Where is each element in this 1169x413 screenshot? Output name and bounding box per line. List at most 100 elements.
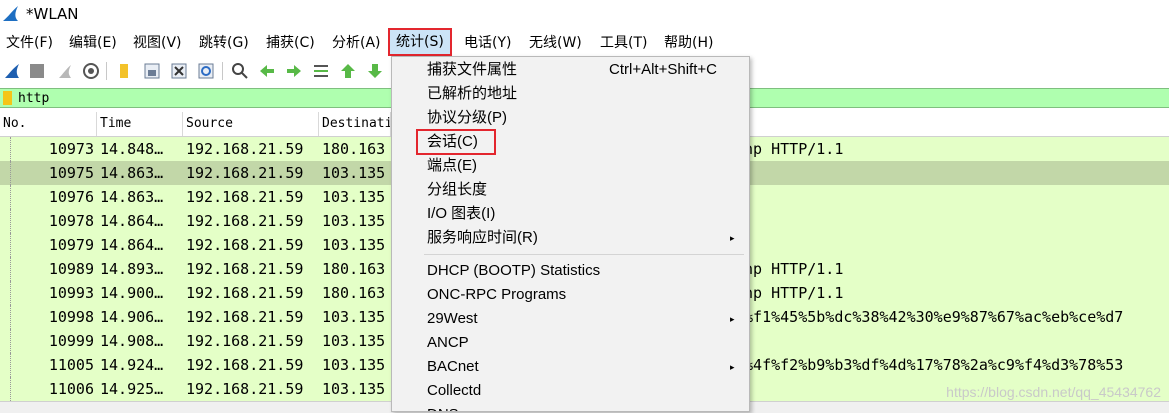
- packet-info: ohp HTTP/1.1: [735, 284, 844, 302]
- packet-source: 192.168.21.59: [186, 356, 304, 374]
- menu-item-label: 29West: [427, 310, 478, 327]
- menu-item-label: 已解析的地址: [427, 85, 518, 102]
- menu-item-29west[interactable]: 29West ▸: [392, 307, 749, 331]
- packet-time: 14.906…: [100, 308, 164, 326]
- menu-item-bacnet[interactable]: BACnet ▸: [392, 355, 749, 379]
- go-back-icon[interactable]: [258, 62, 276, 80]
- menu-go[interactable]: 跳转(G): [197, 33, 251, 53]
- menu-item-label: 分组长度: [427, 181, 488, 198]
- packet-source: 192.168.21.59: [186, 236, 304, 254]
- menu-item-endpoints[interactable]: 端点(E): [392, 154, 749, 178]
- menu-separator: [424, 254, 744, 255]
- menu-file[interactable]: 文件(F): [4, 33, 55, 53]
- packet-info: ohp HTTP/1.1: [735, 260, 844, 278]
- menu-item-ancp[interactable]: ANCP: [392, 331, 749, 355]
- column-header-destination[interactable]: Destinati: [319, 112, 391, 136]
- packet-time: 14.900…: [100, 284, 164, 302]
- packet-destination: 103.135: [322, 236, 386, 254]
- open-file-icon[interactable]: [115, 62, 133, 80]
- menu-item-protocol-hierarchy[interactable]: 协议分级(P): [392, 106, 749, 130]
- packet-info: [735, 161, 1169, 185]
- menu-view[interactable]: 视图(V): [131, 33, 184, 53]
- packet-no: 10979: [48, 236, 94, 254]
- conversations-highlight-box: [416, 129, 496, 155]
- packet-time: 14.863…: [100, 188, 164, 206]
- menu-capture[interactable]: 捕获(C): [264, 33, 317, 53]
- menu-item-resolved-addresses[interactable]: 已解析的地址: [392, 82, 749, 106]
- packet-no: 10999: [48, 332, 94, 350]
- close-file-icon[interactable]: [170, 62, 188, 80]
- packet-destination: 103.135: [322, 332, 386, 350]
- find-packet-icon[interactable]: [231, 62, 249, 80]
- packet-time: 14.864…: [100, 236, 164, 254]
- packet-destination: 180.163: [322, 140, 386, 158]
- packet-source: 192.168.21.59: [186, 284, 304, 302]
- menu-item-capture-file-properties[interactable]: 捕获文件属性 Ctrl+Alt+Shift+C: [392, 58, 749, 82]
- go-to-packet-icon[interactable]: [312, 62, 330, 80]
- toolbar-separator: [106, 62, 107, 80]
- save-file-icon[interactable]: [143, 62, 161, 80]
- menu-item-dhcp-bootp-statistics[interactable]: DHCP (BOOTP) Statistics: [392, 259, 749, 283]
- title-bar: *WLAN: [0, 0, 1169, 30]
- reload-file-icon[interactable]: [197, 62, 215, 80]
- menu-item-label: ONC-RPC Programs: [427, 286, 567, 303]
- packet-time: 14.924…: [100, 356, 164, 374]
- filter-bookmark-icon[interactable]: [3, 91, 12, 105]
- packet-no: 10973: [48, 140, 94, 158]
- packet-time: 14.925…: [100, 380, 164, 398]
- menu-wireless[interactable]: 无线(W): [527, 33, 584, 53]
- menu-edit[interactable]: 编辑(E): [67, 33, 119, 53]
- menu-tools[interactable]: 工具(T): [598, 33, 649, 53]
- menu-item-io-graph[interactable]: I/O 图表(I): [392, 202, 749, 226]
- packet-source: 192.168.21.59: [186, 260, 304, 278]
- menu-telephony[interactable]: 电话(Y): [462, 33, 513, 53]
- packet-source: 192.168.21.59: [186, 164, 304, 182]
- packet-no: 10978: [48, 212, 94, 230]
- packet-source: 192.168.21.59: [186, 332, 304, 350]
- packet-destination: 180.163: [322, 284, 386, 302]
- watermark-text: https://blog.csdn.net/qq_45434762: [946, 384, 1161, 400]
- stop-capture-icon[interactable]: [28, 62, 46, 80]
- submenu-arrow-icon: ▸: [730, 362, 735, 372]
- menu-item-label: DHCP (BOOTP) Statistics: [427, 262, 601, 279]
- menu-item-service-response-time[interactable]: 服务响应时间(R) ▸: [392, 226, 749, 250]
- packet-time: 14.864…: [100, 212, 164, 230]
- packet-info: [735, 233, 1169, 257]
- column-header-time[interactable]: Time: [97, 112, 183, 136]
- packet-no: 10989: [48, 260, 94, 278]
- packet-time: 14.893…: [100, 260, 164, 278]
- start-capture-icon[interactable]: [3, 62, 21, 80]
- packet-time: 14.863…: [100, 164, 164, 182]
- packet-source: 192.168.21.59: [186, 380, 304, 398]
- menu-item-dns[interactable]: DNS: [392, 403, 749, 411]
- packet-info: 3%f1%45%5b%dc%38%42%30%e9%87%67%ac%eb%ce…: [735, 308, 1124, 326]
- submenu-arrow-icon: ▸: [730, 314, 735, 324]
- packet-no: 10975: [48, 164, 94, 182]
- menu-item-packet-lengths[interactable]: 分组长度: [392, 178, 749, 202]
- packet-source: 192.168.21.59: [186, 308, 304, 326]
- packet-destination: 103.135: [322, 212, 386, 230]
- column-header-source[interactable]: Source: [183, 112, 319, 136]
- packet-source: 192.168.21.59: [186, 188, 304, 206]
- menu-item-onc-rpc-programs[interactable]: ONC-RPC Programs: [392, 283, 749, 307]
- capture-options-icon[interactable]: [82, 62, 100, 80]
- go-first-packet-icon[interactable]: [339, 62, 357, 80]
- packet-destination: 103.135: [322, 164, 386, 182]
- menu-help[interactable]: 帮助(H): [662, 33, 715, 53]
- menu-statistics[interactable]: 统计(S): [388, 28, 452, 56]
- menu-bar: 文件(F) 编辑(E) 视图(V) 跳转(G) 捕获(C) 分析(A) 统计(S…: [0, 28, 1169, 56]
- go-last-packet-icon[interactable]: [366, 62, 384, 80]
- go-forward-icon[interactable]: [285, 62, 303, 80]
- packet-no: 10976: [48, 188, 94, 206]
- statistics-dropdown-menu: 捕获文件属性 Ctrl+Alt+Shift+C 已解析的地址 协议分级(P) 会…: [391, 56, 750, 412]
- packet-no: 11005: [48, 356, 94, 374]
- menu-item-label: 服务响应时间(R): [427, 229, 538, 246]
- menu-analyze[interactable]: 分析(A): [330, 33, 383, 53]
- packet-no: 11006: [48, 380, 94, 398]
- menu-item-collectd[interactable]: Collectd: [392, 379, 749, 403]
- menu-item-label: 协议分级(P): [427, 109, 507, 126]
- menu-item-label: ANCP: [427, 334, 469, 351]
- packet-time: 14.908…: [100, 332, 164, 350]
- restart-capture-icon[interactable]: [56, 62, 74, 80]
- column-header-no[interactable]: No.: [0, 112, 97, 136]
